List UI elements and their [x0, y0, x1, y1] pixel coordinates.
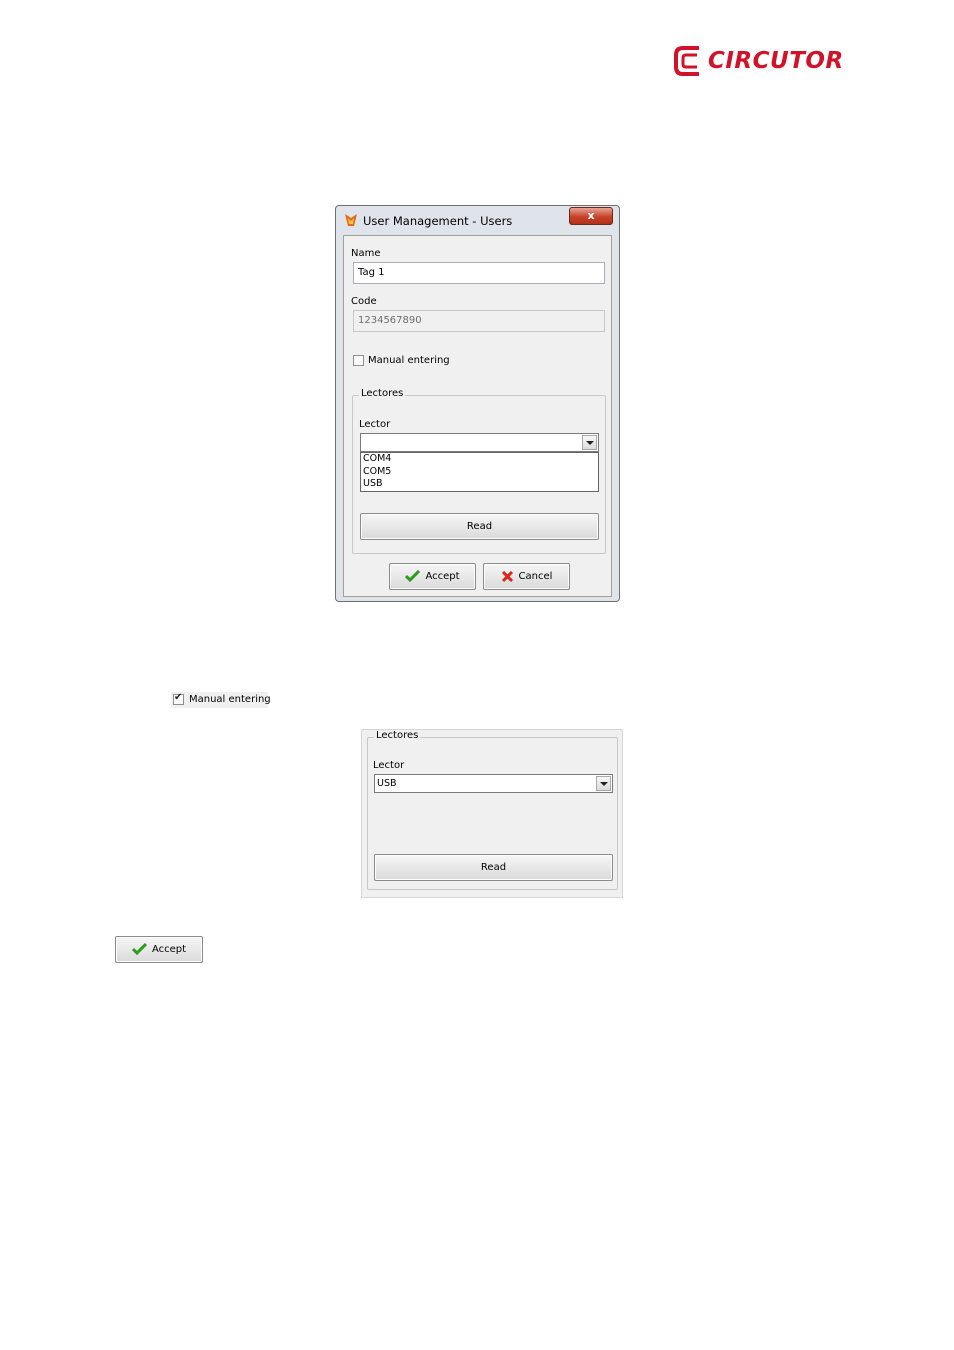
manual-entering-checkbox-checked[interactable]: [173, 692, 184, 705]
chevron-down-icon[interactable]: [582, 435, 597, 450]
checkmark-icon: [405, 570, 421, 582]
cancel-x-icon: [501, 570, 513, 582]
read-button-label: Read: [466, 521, 493, 532]
manual-entering-label: Manual entering: [368, 355, 450, 366]
lectores-group-2: Lectores Lector USB Read: [367, 730, 618, 890]
manual-entering-checked-example: Manual entering: [171, 692, 271, 708]
brand-name: CIRCUTOR: [708, 48, 844, 74]
circutor-logo-icon: [674, 46, 699, 76]
cancel-button[interactable]: Cancel: [483, 563, 570, 590]
manual-entering-checkbox[interactable]: [353, 355, 364, 366]
app-icon: [345, 214, 357, 226]
user-management-dialog: User Management - Users x Name Tag 1 Cod…: [335, 205, 620, 602]
read-button-2[interactable]: Read: [374, 854, 613, 881]
lectores-group: Lectores Lector COM4 COM5 USB Read: [352, 388, 606, 554]
accept-button-label: Accept: [425, 571, 460, 582]
lectores-group-2-title: Lectores: [374, 730, 421, 741]
lectores-panel-usb: Lectores Lector USB Read: [361, 729, 623, 898]
close-button[interactable]: x: [569, 207, 613, 225]
chevron-down-icon[interactable]: [596, 776, 611, 791]
manual-entering-checked-label: Manual entering: [189, 694, 271, 705]
lectores-group-title: Lectores: [359, 388, 406, 399]
dropdown-option-usb[interactable]: USB: [361, 478, 598, 491]
lector-label: Lector: [359, 419, 391, 430]
cancel-button-label: Cancel: [518, 571, 553, 582]
lector-combobox-2[interactable]: USB: [374, 774, 613, 793]
checkmark-icon: [131, 943, 147, 955]
name-label: Name: [351, 248, 381, 259]
accept-button-example-label: Accept: [151, 944, 187, 955]
dialog-title: User Management - Users: [363, 214, 513, 228]
code-label: Code: [351, 296, 377, 307]
circutor-logo: CIRCUTOR: [673, 44, 845, 80]
name-field[interactable]: Tag 1: [353, 262, 605, 284]
lector-combobox-2-value: USB: [377, 778, 397, 789]
accept-button-example[interactable]: Accept: [115, 936, 203, 963]
close-icon: x: [587, 209, 595, 222]
accept-button[interactable]: Accept: [389, 563, 476, 590]
lector-dropdown-list: COM4 COM5 USB: [360, 452, 599, 492]
read-button-2-label: Read: [480, 862, 507, 873]
lector-label-2: Lector: [373, 760, 405, 771]
title-bar[interactable]: User Management - Users x: [336, 206, 619, 234]
dropdown-option-com4[interactable]: COM4: [361, 453, 598, 466]
dropdown-option-com5[interactable]: COM5: [361, 466, 598, 479]
dialog-client-area: Name Tag 1 Code 1234567890 Manual enteri…: [343, 235, 612, 597]
code-field[interactable]: 1234567890: [353, 310, 605, 332]
lector-combobox[interactable]: [360, 433, 599, 452]
read-button[interactable]: Read: [360, 513, 599, 540]
